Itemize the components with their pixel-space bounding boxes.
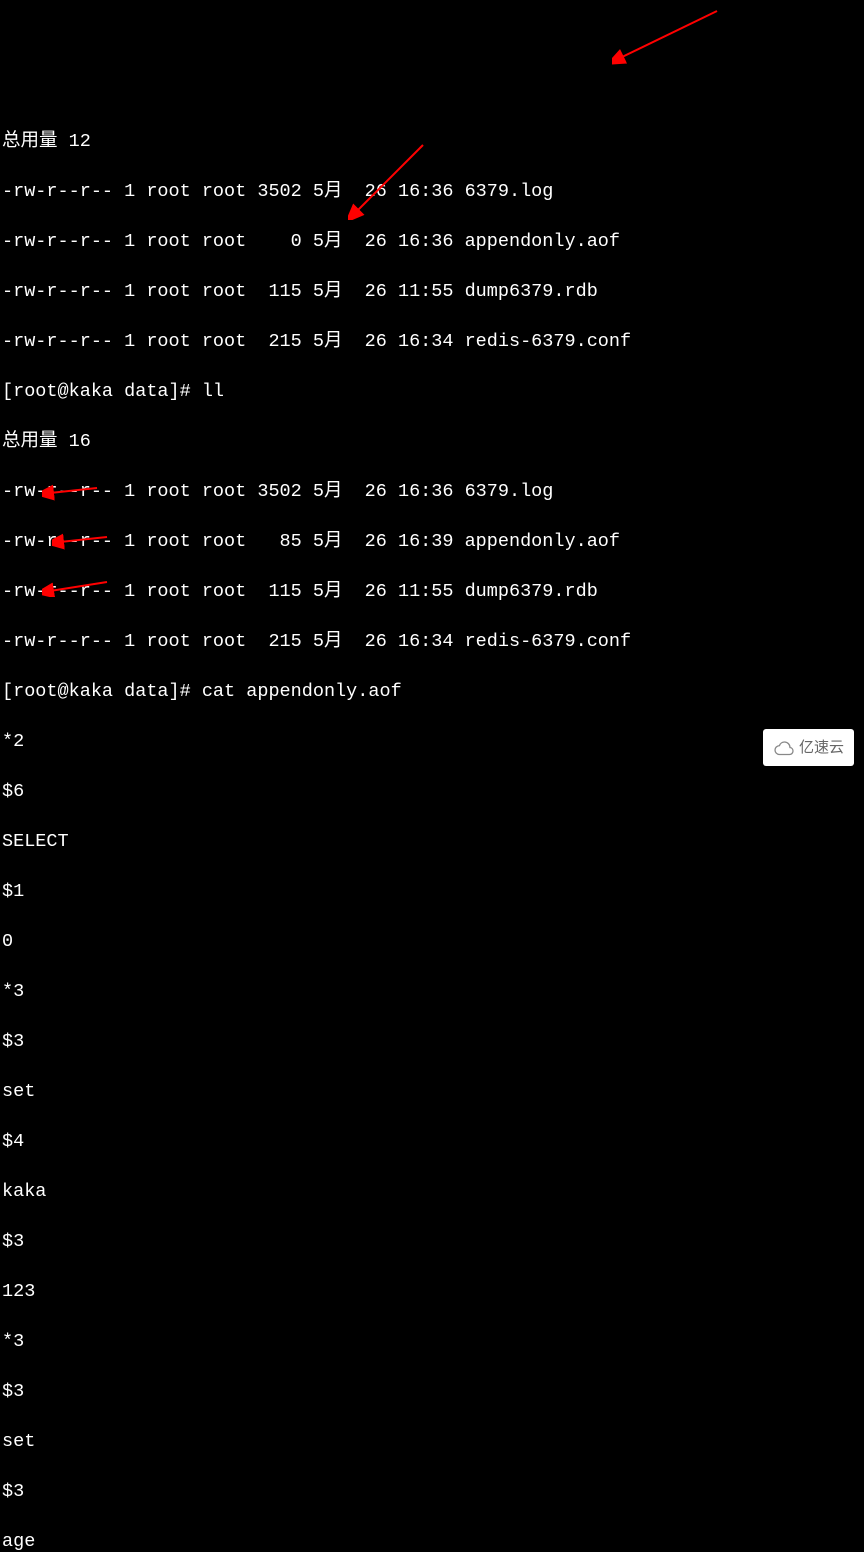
watermark-badge: 亿速云 <box>763 729 854 766</box>
aof-content-line: 123 <box>2 1279 862 1304</box>
terminal-output: 总用量 12 -rw-r--r-- 1 root root 3502 5月 26… <box>2 104 862 1552</box>
cloud-icon <box>773 740 795 756</box>
aof-content-line: set <box>2 1079 862 1104</box>
total-usage-line: 总用量 12 <box>2 129 862 154</box>
aof-content-line: $4 <box>2 1129 862 1154</box>
shell-prompt[interactable]: [root@kaka data]# cat appendonly.aof <box>2 679 862 704</box>
ls-entry: -rw-r--r-- 1 root root 115 5月 26 11:55 d… <box>2 279 862 304</box>
annotation-arrow-icon <box>612 8 722 66</box>
aof-content-line: $3 <box>2 1379 862 1404</box>
ls-entry: -rw-r--r-- 1 root root 0 5月 26 16:36 app… <box>2 229 862 254</box>
shell-prompt[interactable]: [root@kaka data]# ll <box>2 379 862 404</box>
aof-content-line: set <box>2 1429 862 1454</box>
ls-entry: -rw-r--r-- 1 root root 115 5月 26 11:55 d… <box>2 579 862 604</box>
aof-content-line: kaka <box>2 1179 862 1204</box>
aof-content-line: $1 <box>2 879 862 904</box>
ls-entry: -rw-r--r-- 1 root root 215 5月 26 16:34 r… <box>2 629 862 654</box>
watermark-text: 亿速云 <box>799 735 844 760</box>
ls-entry: -rw-r--r-- 1 root root 85 5月 26 16:39 ap… <box>2 529 862 554</box>
aof-content-line: *3 <box>2 979 862 1004</box>
ls-entry: -rw-r--r-- 1 root root 3502 5月 26 16:36 … <box>2 479 862 504</box>
aof-content-line: *3 <box>2 1329 862 1354</box>
aof-content-line: SELECT <box>2 829 862 854</box>
aof-content-line: age <box>2 1529 862 1552</box>
aof-content-line: 0 <box>2 929 862 954</box>
ls-entry: -rw-r--r-- 1 root root 3502 5月 26 16:36 … <box>2 179 862 204</box>
total-usage-line: 总用量 16 <box>2 429 862 454</box>
ls-entry: -rw-r--r-- 1 root root 215 5月 26 16:34 r… <box>2 329 862 354</box>
aof-content-line: $3 <box>2 1479 862 1504</box>
aof-content-line: $6 <box>2 779 862 804</box>
aof-content-line: $3 <box>2 1029 862 1054</box>
aof-content-line: *2 <box>2 729 862 754</box>
aof-content-line: $3 <box>2 1229 862 1254</box>
